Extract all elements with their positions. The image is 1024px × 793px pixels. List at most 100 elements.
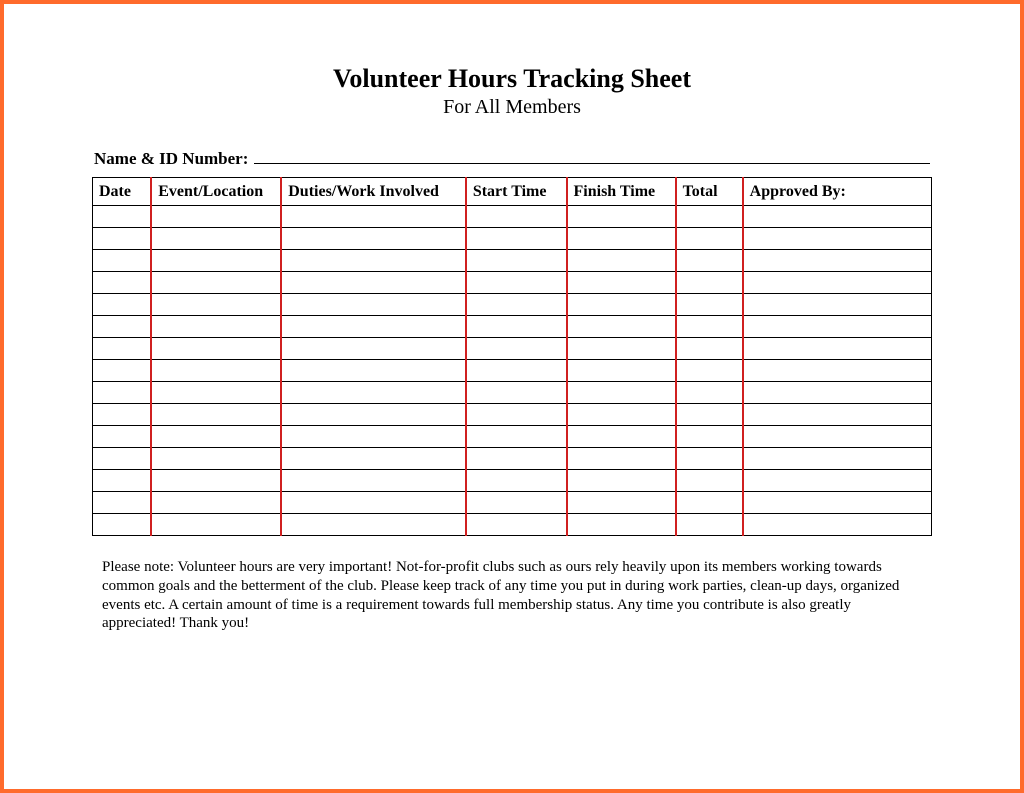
table-cell[interactable]: [743, 338, 932, 360]
table-cell[interactable]: [567, 360, 676, 382]
table-cell[interactable]: [93, 316, 152, 338]
table-cell[interactable]: [743, 404, 932, 426]
name-id-underline[interactable]: [254, 147, 930, 164]
table-cell[interactable]: [567, 382, 676, 404]
table-cell[interactable]: [743, 448, 932, 470]
table-cell[interactable]: [466, 338, 567, 360]
table-cell[interactable]: [93, 514, 152, 536]
table-cell[interactable]: [676, 426, 743, 448]
table-cell[interactable]: [281, 426, 466, 448]
table-cell[interactable]: [743, 206, 932, 228]
table-cell[interactable]: [567, 272, 676, 294]
table-cell[interactable]: [466, 206, 567, 228]
table-cell[interactable]: [93, 250, 152, 272]
table-cell[interactable]: [281, 338, 466, 360]
table-cell[interactable]: [281, 272, 466, 294]
table-cell[interactable]: [151, 338, 281, 360]
table-cell[interactable]: [281, 316, 466, 338]
table-cell[interactable]: [466, 426, 567, 448]
table-cell[interactable]: [567, 206, 676, 228]
table-cell[interactable]: [93, 492, 152, 514]
table-cell[interactable]: [151, 206, 281, 228]
table-cell[interactable]: [567, 294, 676, 316]
table-cell[interactable]: [567, 470, 676, 492]
table-cell[interactable]: [466, 470, 567, 492]
table-cell[interactable]: [567, 316, 676, 338]
table-cell[interactable]: [567, 492, 676, 514]
table-cell[interactable]: [93, 228, 152, 250]
table-cell[interactable]: [466, 228, 567, 250]
table-cell[interactable]: [151, 404, 281, 426]
table-cell[interactable]: [743, 426, 932, 448]
table-cell[interactable]: [151, 426, 281, 448]
table-cell[interactable]: [743, 514, 932, 536]
table-cell[interactable]: [743, 250, 932, 272]
table-cell[interactable]: [151, 294, 281, 316]
table-cell[interactable]: [281, 360, 466, 382]
table-cell[interactable]: [466, 382, 567, 404]
table-cell[interactable]: [743, 492, 932, 514]
table-cell[interactable]: [93, 470, 152, 492]
table-cell[interactable]: [281, 382, 466, 404]
table-cell[interactable]: [466, 360, 567, 382]
table-cell[interactable]: [567, 228, 676, 250]
table-cell[interactable]: [466, 404, 567, 426]
table-cell[interactable]: [93, 426, 152, 448]
table-cell[interactable]: [93, 272, 152, 294]
table-cell[interactable]: [281, 228, 466, 250]
table-cell[interactable]: [151, 514, 281, 536]
table-cell[interactable]: [151, 316, 281, 338]
table-cell[interactable]: [743, 382, 932, 404]
table-cell[interactable]: [676, 206, 743, 228]
table-cell[interactable]: [466, 448, 567, 470]
table-cell[interactable]: [281, 250, 466, 272]
table-cell[interactable]: [676, 382, 743, 404]
table-cell[interactable]: [281, 514, 466, 536]
table-cell[interactable]: [281, 470, 466, 492]
table-cell[interactable]: [676, 448, 743, 470]
table-cell[interactable]: [93, 338, 152, 360]
table-cell[interactable]: [676, 272, 743, 294]
table-cell[interactable]: [466, 250, 567, 272]
table-cell[interactable]: [743, 360, 932, 382]
table-cell[interactable]: [151, 470, 281, 492]
table-cell[interactable]: [93, 448, 152, 470]
table-cell[interactable]: [743, 228, 932, 250]
table-cell[interactable]: [151, 250, 281, 272]
table-cell[interactable]: [743, 316, 932, 338]
table-cell[interactable]: [93, 404, 152, 426]
table-cell[interactable]: [151, 360, 281, 382]
table-cell[interactable]: [281, 492, 466, 514]
table-cell[interactable]: [466, 316, 567, 338]
table-cell[interactable]: [567, 448, 676, 470]
table-cell[interactable]: [93, 206, 152, 228]
table-cell[interactable]: [676, 360, 743, 382]
table-cell[interactable]: [567, 250, 676, 272]
table-cell[interactable]: [743, 470, 932, 492]
table-cell[interactable]: [676, 228, 743, 250]
table-cell[interactable]: [567, 404, 676, 426]
table-cell[interactable]: [676, 338, 743, 360]
table-cell[interactable]: [466, 272, 567, 294]
table-cell[interactable]: [151, 228, 281, 250]
table-cell[interactable]: [93, 382, 152, 404]
table-cell[interactable]: [281, 206, 466, 228]
table-cell[interactable]: [676, 470, 743, 492]
table-cell[interactable]: [93, 294, 152, 316]
table-cell[interactable]: [567, 426, 676, 448]
table-cell[interactable]: [567, 338, 676, 360]
table-cell[interactable]: [676, 250, 743, 272]
table-cell[interactable]: [676, 294, 743, 316]
table-cell[interactable]: [281, 404, 466, 426]
table-cell[interactable]: [151, 272, 281, 294]
table-cell[interactable]: [676, 404, 743, 426]
table-cell[interactable]: [676, 316, 743, 338]
table-cell[interactable]: [151, 448, 281, 470]
table-cell[interactable]: [281, 448, 466, 470]
table-cell[interactable]: [466, 492, 567, 514]
table-cell[interactable]: [466, 294, 567, 316]
table-cell[interactable]: [676, 492, 743, 514]
table-cell[interactable]: [676, 514, 743, 536]
table-cell[interactable]: [151, 492, 281, 514]
table-cell[interactable]: [151, 382, 281, 404]
